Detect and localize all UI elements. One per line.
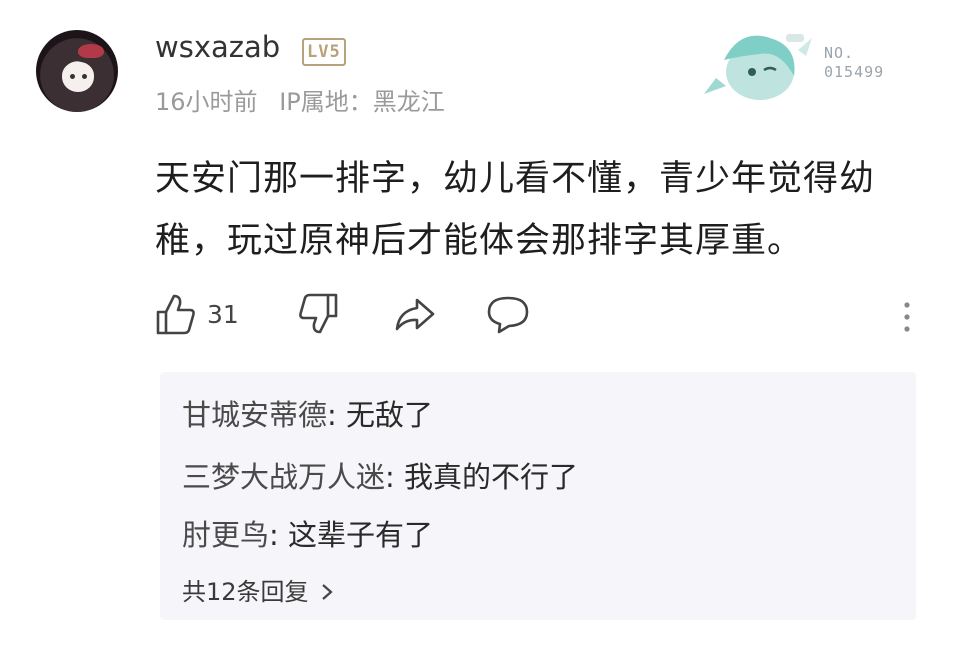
ip-location: IP属地：黑龙江 xyxy=(279,88,445,116)
avatar[interactable] xyxy=(36,30,118,112)
comment-text: 天安门那一排字，幼儿看不懂，青少年觉得幼稚，玩过原神后才能体会那排字其厚重。 xyxy=(155,159,876,261)
comment-actions: 31 xyxy=(155,292,925,348)
reply-item[interactable]: 肘更鸟: 这辈子有了 xyxy=(182,512,433,554)
reply-button[interactable] xyxy=(485,292,531,336)
reply-text: 无敌了 xyxy=(346,398,434,432)
comment-meta: 16小时前 IP属地：黑龙江 xyxy=(155,82,445,117)
reply-preview-panel[interactable]: 甘城安蒂德: 无敌了 三梦大战万人迷: 我真的不行了 肘更鸟: 这辈子有了 共1… xyxy=(160,372,916,620)
reply-separator: : xyxy=(385,460,405,494)
chevron-right-icon xyxy=(322,584,333,600)
comment-icon xyxy=(487,296,529,334)
decoration-number-label: NO. xyxy=(824,44,855,62)
like-button[interactable]: 31 xyxy=(155,292,239,336)
reply-author[interactable]: 肘更鸟 xyxy=(182,518,269,552)
decoration-number-value: 015499 xyxy=(824,63,885,81)
reply-item[interactable]: 三梦大战万人迷: 我真的不行了 xyxy=(182,454,578,496)
more-icon xyxy=(904,302,910,332)
avatar-eye-right xyxy=(82,74,87,79)
decoration-number: NO. 015499 xyxy=(824,44,884,82)
reply-author[interactable]: 三梦大战万人迷 xyxy=(182,460,385,494)
reply-text: 我真的不行了 xyxy=(404,460,579,494)
reply-separator: : xyxy=(327,398,347,432)
reply-item[interactable]: 甘城安蒂德: 无敌了 xyxy=(182,392,433,434)
more-button[interactable] xyxy=(900,300,914,338)
reply-separator: : xyxy=(269,518,289,552)
like-icon xyxy=(156,294,195,335)
avatar-bow xyxy=(78,44,104,58)
dislike-button[interactable] xyxy=(297,292,339,336)
share-icon xyxy=(395,298,435,331)
level-badge: LV5 xyxy=(302,38,346,66)
avatar-face xyxy=(62,62,94,92)
view-more-replies-link[interactable]: 共12条回复 xyxy=(182,572,334,607)
reply-author[interactable]: 甘城安蒂德 xyxy=(182,398,327,432)
like-count: 31 xyxy=(207,299,239,329)
username[interactable]: wsxazab xyxy=(155,30,280,64)
avatar-eye-left xyxy=(70,74,75,79)
dislike-icon xyxy=(299,293,338,334)
share-button[interactable] xyxy=(393,292,437,336)
comment-time: 16小时前 xyxy=(155,88,258,116)
reply-text: 这辈子有了 xyxy=(288,518,434,552)
view-more-replies-label: 共12条回复 xyxy=(182,578,309,606)
